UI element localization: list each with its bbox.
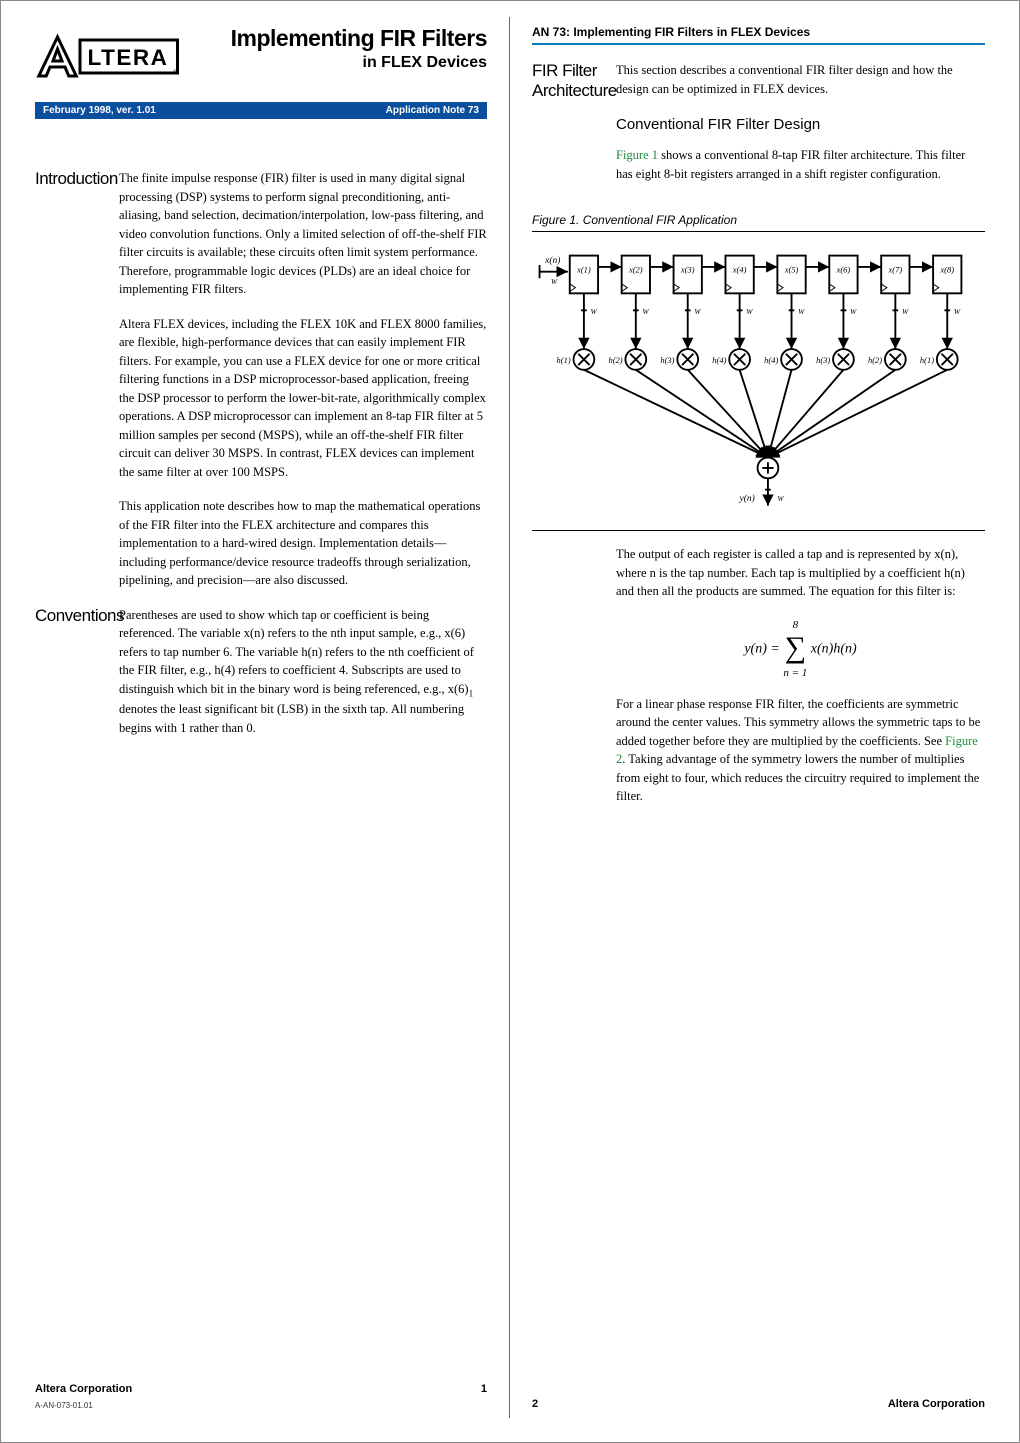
svg-text:LTERA: LTERA [88, 45, 169, 70]
svg-text:x(5): x(5) [784, 265, 799, 275]
svg-text:h(3): h(3) [660, 355, 674, 365]
svg-text:h(1): h(1) [920, 355, 934, 365]
body-paragraph: For a linear phase response FIR filter, … [616, 695, 985, 806]
document-spread: LTERA ® Implementing FIR Filters in FLEX… [0, 0, 1020, 1443]
section-fir-architecture: FIR Filter Architecture This section des… [532, 61, 985, 199]
svg-text:W: W [798, 307, 805, 316]
svg-text:x(2): x(2) [628, 265, 643, 275]
svg-text:h(2): h(2) [868, 355, 882, 365]
running-head: AN 73: Implementing FIR Filters in FLEX … [532, 25, 985, 39]
section-heading: Conventions [35, 606, 119, 754]
footer-corp: Altera Corporation [35, 1383, 132, 1395]
svg-text:W: W [694, 307, 701, 316]
body-paragraph: This application note describes how to m… [119, 497, 487, 590]
svg-text:W: W [642, 307, 649, 316]
version-date: February 1998, ver. 1.01 [43, 105, 156, 116]
figure-rule [532, 530, 985, 531]
subheading: Conventional FIR Filter Design [616, 114, 985, 136]
svg-text:x(3): x(3) [680, 265, 695, 275]
section-after-figure: The output of each register is called a … [532, 545, 985, 822]
footer-corp: Altera Corporation [888, 1398, 985, 1410]
svg-text:x(4): x(4) [732, 265, 747, 275]
page-2: AN 73: Implementing FIR Filters in FLEX … [510, 17, 1007, 1418]
svg-text:W: W [954, 307, 961, 316]
svg-text:W: W [777, 494, 784, 503]
body-paragraph: Altera FLEX devices, including the FLEX … [119, 315, 487, 482]
doc-subtitle: in FLEX Devices [185, 54, 487, 72]
svg-text:x(1): x(1) [576, 265, 591, 275]
svg-text:h(3): h(3) [816, 355, 830, 365]
altera-logo: LTERA ® [35, 29, 185, 84]
body-paragraph: The finite impulse response (FIR) filter… [119, 169, 487, 299]
section-heading: FIR Filter Architecture [532, 61, 616, 199]
svg-text:h(1): h(1) [557, 355, 571, 365]
svg-text:x(6): x(6) [836, 265, 851, 275]
app-note-number: Application Note 73 [386, 105, 479, 116]
svg-text:W: W [902, 307, 909, 316]
body-paragraph: The output of each register is called a … [616, 545, 985, 601]
title-block: LTERA ® Implementing FIR Filters in FLEX… [35, 25, 487, 84]
page-number: 2 [532, 1398, 538, 1410]
doc-title: Implementing FIR Filters [185, 25, 487, 52]
figure-rule [532, 231, 985, 232]
section-introduction: Introduction The finite impulse response… [35, 169, 487, 606]
header-rule [532, 43, 985, 45]
svg-text:W: W [591, 307, 598, 316]
page-1: LTERA ® Implementing FIR Filters in FLEX… [13, 17, 510, 1418]
page-footer: 2 Altera Corporation [532, 1398, 985, 1410]
doc-id: A-AN-073-01.01 [35, 1401, 487, 1410]
svg-text:®: ® [173, 70, 178, 77]
svg-text:x(8): x(8) [939, 265, 954, 275]
figure-caption: Figure 1. Conventional FIR Application [532, 213, 985, 227]
svg-text:h(4): h(4) [712, 355, 726, 365]
svg-text:W: W [551, 277, 558, 286]
section-conventions: Conventions Parentheses are used to show… [35, 606, 487, 754]
page-footer: Altera Corporation 1 [35, 1383, 487, 1395]
svg-text:h(2): h(2) [608, 355, 622, 365]
version-bar: February 1998, ver. 1.01 Application Not… [35, 102, 487, 119]
svg-text:W: W [850, 307, 857, 316]
figure-1-fir-diagram: x(n) W x(1) Wh(1) x(2) Wh(2) x(3) Wh(3) x(4) Wh… [532, 238, 985, 528]
body-paragraph: This section describes a conventional FI… [616, 61, 985, 98]
svg-text:x(n): x(n) [544, 255, 560, 266]
svg-text:y(n): y(n) [739, 493, 755, 504]
body-paragraph: Figure 1 shows a conventional 8-tap FIR … [616, 146, 985, 183]
body-paragraph: Parentheses are used to show which tap o… [119, 606, 487, 738]
svg-text:x(7): x(7) [888, 265, 903, 275]
figure-reference: Figure 1 [616, 148, 658, 162]
page-number: 1 [481, 1383, 487, 1395]
svg-text:h(4): h(4) [764, 355, 778, 365]
equation-filter: y(n) = 8 ∑ n = 1 x(n)h(n) [616, 617, 985, 681]
section-heading: Introduction [35, 169, 119, 606]
svg-text:W: W [746, 307, 753, 316]
